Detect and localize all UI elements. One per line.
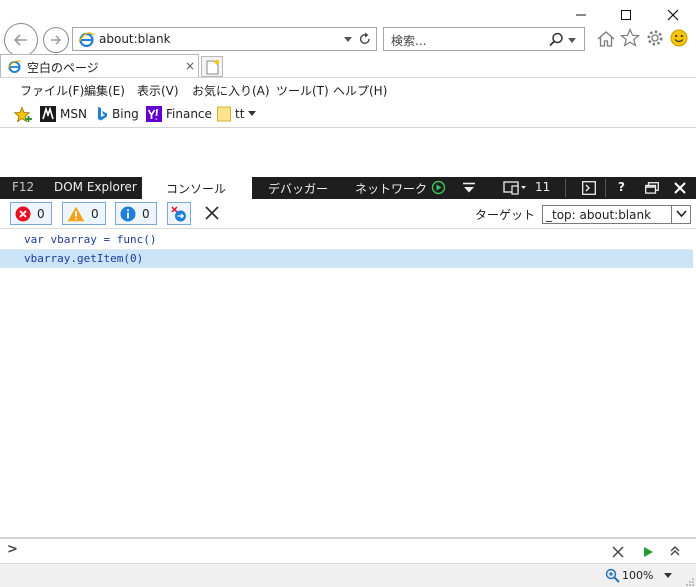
address-dropdown-icon[interactable] [344, 37, 352, 43]
tab-debugger[interactable]: デバッガー [268, 180, 328, 197]
smiley-feedback-icon[interactable] [670, 29, 688, 47]
clear-on-navigate-icon [171, 205, 186, 221]
warning-count: 0 [91, 206, 99, 221]
search-dropdown-icon[interactable] [568, 38, 576, 44]
favorite-bing[interactable]: Bing [96, 106, 139, 122]
minimize-icon [576, 14, 586, 16]
new-tab-button[interactable] [201, 56, 223, 77]
more-tools-dropdown-icon[interactable] [462, 182, 476, 194]
favorite-folder-tt[interactable]: tt [217, 106, 257, 122]
new-tab-icon [206, 59, 220, 75]
zoom-level[interactable]: 100% [622, 569, 653, 582]
console-toggle-icon[interactable] [582, 181, 596, 195]
tab-title: 空白のページ [27, 61, 99, 75]
home-icon[interactable] [596, 29, 616, 49]
menu-tools[interactable]: ツール(T) [276, 82, 329, 99]
zoom-dropdown-icon[interactable] [664, 573, 672, 579]
toolbar-divider [565, 179, 566, 197]
menu-edit[interactable]: 編集(E) [84, 82, 125, 99]
tab-close-button[interactable]: × [185, 59, 195, 73]
tab-dom-explorer[interactable]: DOM Explorer [54, 180, 137, 194]
favorite-label: Finance [166, 107, 212, 121]
chevron-down-icon [248, 111, 257, 116]
ie-tab-icon [7, 60, 22, 73]
error-count: 0 [37, 206, 45, 221]
resize-grip-icon[interactable] [685, 577, 695, 587]
favorite-label: Bing [112, 107, 139, 121]
warning-icon [67, 206, 85, 221]
target-label: ターゲット [475, 208, 536, 222]
error-icon [15, 206, 31, 221]
back-arrow-icon [13, 34, 27, 46]
ie-page-icon [78, 32, 95, 48]
help-button[interactable]: ? [618, 180, 625, 194]
favorites-bar: MSN Bing Finance tt [0, 101, 696, 128]
favorite-label: tt [235, 107, 245, 121]
zoom-icon [605, 568, 620, 583]
toolbar-divider [605, 179, 606, 197]
menu-view[interactable]: 表示(V) [137, 82, 179, 99]
favorite-msn[interactable]: MSN [40, 106, 87, 122]
target-dropdown-button[interactable] [671, 206, 690, 223]
console-line-selected[interactable]: vbarray.getItem(0) [0, 250, 693, 268]
undock-icon[interactable] [645, 182, 659, 194]
target-select[interactable]: _top: about:blank [542, 205, 691, 224]
maximize-icon [621, 10, 631, 20]
menu-file[interactable]: ファイル(F) [20, 82, 84, 99]
maximize-button[interactable] [603, 0, 649, 30]
close-icon [667, 9, 679, 21]
folder-icon [217, 106, 231, 122]
close-devtools-icon[interactable] [674, 182, 686, 194]
emulation-document-mode[interactable]: 11 [535, 180, 550, 194]
search-icon[interactable] [549, 32, 564, 47]
tab-console[interactable]: コンソール [142, 177, 252, 199]
errors-filter-button[interactable]: 0 [10, 202, 52, 225]
forward-arrow-icon [51, 35, 61, 45]
f12-label: F12 [12, 180, 35, 194]
back-button[interactable] [4, 23, 38, 57]
gear-icon[interactable] [645, 28, 665, 48]
favorites-star-icon[interactable] [620, 28, 640, 48]
minimize-button[interactable] [558, 0, 604, 30]
menu-help[interactable]: ヘルプ(H) [333, 82, 387, 99]
search-placeholder: 検索... [391, 34, 427, 48]
run-script-icon[interactable] [642, 546, 654, 558]
expand-multiline-icon[interactable] [669, 545, 681, 557]
search-box[interactable]: 検索... [383, 27, 585, 51]
emulation-icon[interactable] [503, 181, 527, 195]
forward-button[interactable] [43, 27, 69, 53]
favorite-label: MSN [60, 107, 87, 121]
info-icon [120, 206, 136, 221]
record-play-icon[interactable] [431, 180, 446, 195]
tab-console-label: コンソール [166, 182, 227, 196]
console-prompt: > [7, 542, 18, 557]
clear-console-icon[interactable] [204, 205, 220, 221]
msn-icon [40, 106, 56, 122]
console-input-bar[interactable]: > [0, 537, 696, 563]
bing-icon [98, 107, 107, 121]
clear-on-navigate-button[interactable] [167, 202, 191, 225]
add-favorite-icon[interactable] [13, 106, 33, 124]
address-text: about:blank [99, 32, 171, 46]
devtools-toolbar: F12 DOM Explorer デバッガー ネットワーク 11 ? [0, 177, 696, 199]
target-value: _top: about:blank [546, 208, 652, 222]
warnings-filter-button[interactable]: 0 [62, 202, 106, 225]
yahoo-finance-icon [146, 106, 162, 122]
refresh-icon[interactable] [358, 32, 372, 46]
chevron-down-icon [676, 210, 687, 218]
info-count: 0 [142, 206, 150, 221]
clear-input-icon[interactable] [612, 546, 624, 558]
close-window-button[interactable] [650, 0, 696, 30]
address-bar[interactable]: about:blank [72, 27, 377, 51]
menu-bar: ファイル(F) 編集(E) 表示(V) お気に入り(A) ツール(T) ヘルプ(… [0, 77, 696, 101]
tab-network[interactable]: ネットワーク [355, 180, 427, 197]
tab-blank-page[interactable]: 空白のページ × [0, 54, 199, 78]
menu-favorites[interactable]: お気に入り(A) [192, 82, 270, 99]
favorite-finance[interactable]: Finance [146, 106, 212, 122]
status-bar: 100% [0, 563, 696, 587]
messages-filter-button[interactable]: 0 [115, 202, 157, 225]
console-line[interactable]: var vbarray = func() [0, 231, 693, 249]
